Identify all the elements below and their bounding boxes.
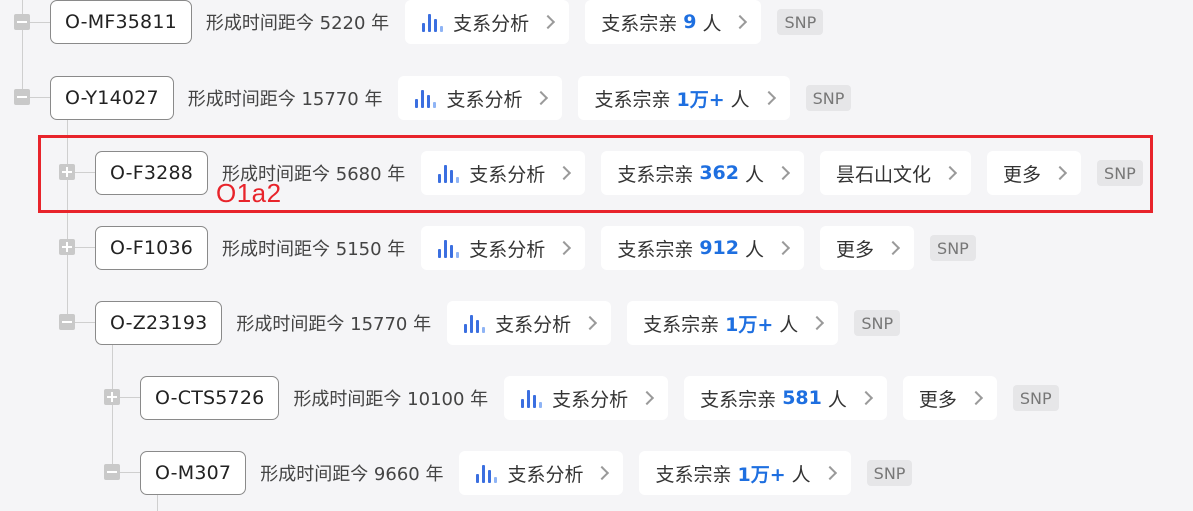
chevron-right-icon <box>810 315 825 331</box>
relatives-count: 912 <box>699 237 739 259</box>
chip-label: 支系分析 <box>507 463 584 486</box>
collapse-icon[interactable] <box>59 314 75 330</box>
chip-label: 支系宗亲 <box>601 12 678 35</box>
chip-suffix: 人 <box>702 12 722 35</box>
more-button[interactable]: 更多 <box>902 376 997 420</box>
chip-label: 支系分析 <box>552 388 629 411</box>
bar-chart-icon <box>414 88 437 108</box>
chevron-right-icon <box>885 240 901 256</box>
formation-age: 形成时间距今 10100 年 <box>293 389 489 410</box>
chevron-right-icon <box>968 390 983 406</box>
haplogroup-node[interactable]: O-M307 <box>140 451 247 495</box>
branch-analysis-button[interactable]: 支系分析 <box>504 376 669 420</box>
formation-age: 形成时间距今 9660 年 <box>260 464 444 485</box>
chip-suffix: 人 <box>827 388 847 411</box>
chevron-right-icon <box>640 390 655 406</box>
branch-relatives-button[interactable]: 支系宗亲 1万+ 人 <box>578 76 790 120</box>
bar-chart-icon <box>520 388 543 408</box>
chevron-right-icon <box>775 240 791 256</box>
relatives-count: 9 <box>683 11 697 33</box>
bar-chart-icon <box>437 238 460 258</box>
tree-row: O-F1036 形成时间距今 5150 年 支系分析 支系宗亲 912 人 更多… <box>95 224 976 272</box>
snp-badge: SNP <box>1012 385 1059 411</box>
snp-badge: SNP <box>805 85 852 111</box>
collapse-icon[interactable] <box>14 89 30 105</box>
bar-chart-icon <box>463 313 486 333</box>
chip-label: 支系分析 <box>446 88 523 111</box>
chip-label: 支系分析 <box>453 12 530 35</box>
branch-relatives-button[interactable]: 支系宗亲 1万+ 人 <box>627 301 839 345</box>
tree-row: O-Y14027 形成时间距今 15770 年 支系分析 支系宗亲 1万+ 人 … <box>50 74 852 122</box>
bar-chart-icon <box>421 12 444 32</box>
formation-age: 形成时间距今 15770 年 <box>187 89 383 110</box>
collapse-icon[interactable] <box>104 464 120 480</box>
chip-label: 支系分析 <box>469 238 546 261</box>
expand-icon[interactable] <box>104 389 120 405</box>
tree-row: O-M307 形成时间距今 9660 年 支系分析 支系宗亲 1万+ 人 SNP <box>140 449 913 497</box>
chevron-right-icon <box>822 465 837 481</box>
chevron-right-icon <box>583 315 598 331</box>
tree-connector <box>112 343 113 472</box>
chevron-right-icon <box>595 465 610 481</box>
snp-badge: SNP <box>866 460 913 486</box>
chip-label: 支系分析 <box>495 313 572 336</box>
branch-relatives-button[interactable]: 支系宗亲 912 人 <box>601 226 805 270</box>
snp-badge: SNP <box>777 9 824 35</box>
snp-badge: SNP <box>930 235 976 261</box>
chip-label: 支系宗亲 <box>617 238 694 261</box>
relatives-count: 1万+ <box>737 463 786 486</box>
chip-suffix: 人 <box>730 88 750 111</box>
chip-label: 支系宗亲 <box>643 313 720 336</box>
chip-suffix: 人 <box>791 463 811 486</box>
branch-analysis-button[interactable]: 支系分析 <box>398 76 563 120</box>
branch-relatives-button[interactable]: 支系宗亲 9 人 <box>585 0 762 44</box>
haplogroup-node[interactable]: O-Z23193 <box>95 301 223 345</box>
chip-suffix: 人 <box>745 238 765 261</box>
chip-label: 更多 <box>836 238 875 261</box>
chip-suffix: 人 <box>779 313 799 336</box>
formation-age: 形成时间距今 5220 年 <box>205 13 390 34</box>
snp-badge: SNP <box>854 310 901 336</box>
relatives-count: 581 <box>782 387 822 409</box>
annotation-label: O1a2 <box>216 178 282 208</box>
tree-row: O-Z23193 形成时间距今 15770 年 支系分析 支系宗亲 1万+ 人 … <box>95 299 901 347</box>
relatives-count: 1万+ <box>725 313 774 336</box>
bar-chart-icon <box>475 463 498 483</box>
formation-age: 形成时间距今 5150 年 <box>222 239 406 260</box>
branch-analysis-button[interactable]: 支系分析 <box>421 226 586 270</box>
branch-analysis-button[interactable]: 支系分析 <box>447 301 612 345</box>
haplogroup-node[interactable]: O-Y14027 <box>50 76 174 120</box>
highlight-box <box>38 135 1153 213</box>
expand-icon[interactable] <box>59 239 75 255</box>
chevron-right-icon <box>858 390 873 406</box>
haplogroup-node[interactable]: O-CTS5726 <box>140 376 280 420</box>
chip-label: 支系宗亲 <box>655 463 732 486</box>
chevron-right-icon <box>534 90 549 106</box>
tree-row: O-MF35811 形成时间距今 5220 年 支系分析 支系宗亲 9 人 SN… <box>50 0 824 46</box>
haplogroup-node[interactable]: O-F1036 <box>95 226 209 270</box>
haplogroup-tree: O-MF35811 形成时间距今 5220 年 支系分析 支系宗亲 9 人 SN… <box>0 0 1193 511</box>
formation-age: 形成时间距今 15770 年 <box>236 314 432 335</box>
branch-relatives-button[interactable]: 支系宗亲 581 人 <box>684 376 887 420</box>
chevron-right-icon <box>541 14 556 30</box>
more-button[interactable]: 更多 <box>820 226 915 270</box>
branch-analysis-button[interactable]: 支系分析 <box>405 0 570 44</box>
chevron-right-icon <box>733 14 748 30</box>
chevron-right-icon <box>761 90 776 106</box>
haplogroup-node[interactable]: O-MF35811 <box>50 0 192 44</box>
chip-label: 更多 <box>918 388 957 411</box>
chip-label: 支系宗亲 <box>700 388 777 411</box>
relatives-count: 1万+ <box>676 88 725 111</box>
collapse-icon[interactable] <box>14 14 30 30</box>
branch-relatives-button[interactable]: 支系宗亲 1万+ 人 <box>639 451 851 495</box>
branch-analysis-button[interactable]: 支系分析 <box>459 451 624 495</box>
chip-label: 支系宗亲 <box>594 88 671 111</box>
chevron-right-icon <box>557 240 572 256</box>
tree-row: O-CTS5726 形成时间距今 10100 年 支系分析 支系宗亲 581 人… <box>140 374 1059 422</box>
